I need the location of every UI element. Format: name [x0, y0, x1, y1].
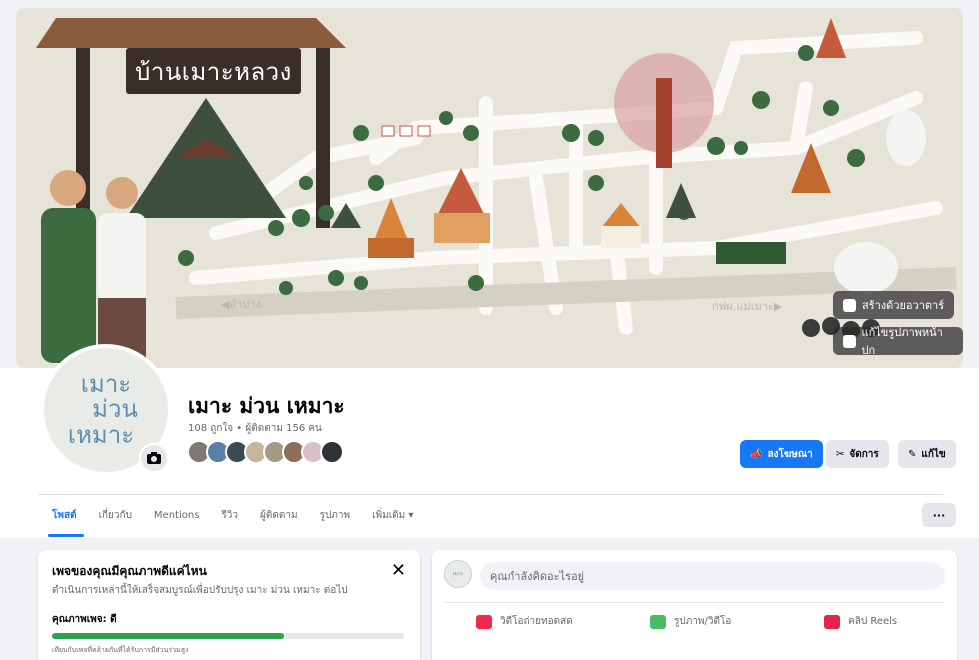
composer-input[interactable]: คุณกำลังคิดอะไรอยู่ — [480, 562, 945, 590]
close-icon[interactable]: ✕ — [391, 560, 406, 581]
composer-avatar-text: เมาะ — [452, 570, 464, 577]
page-tabs: โพสต์ เกี่ยวกับ Mentions รีวิว ผู้ติดตาม… — [52, 505, 435, 525]
photo-video-button[interactable]: รูปภาพ/วิดีโอ — [650, 614, 731, 629]
avatar-line-1: เมาะ — [80, 370, 132, 399]
composer-avatar: เมาะ — [444, 560, 472, 588]
quality-note: เทียบกับเพจที่คล้ายกันที่ได้รับการมีส่วน… — [52, 646, 189, 654]
live-video-label: วิดีโอถ่ายทอดสด — [500, 616, 573, 627]
tab-more[interactable]: เพิ่มเติม ▾ — [372, 505, 413, 525]
cover-photo[interactable]: บ้านเมาะหลวง ◀ลำปาง กฟผ.แม่เมาะ▶ สร้างด้… — [16, 8, 963, 368]
header-divider — [38, 494, 943, 495]
tab-followers[interactable]: ผู้ติดตาม — [260, 505, 298, 525]
quality-progress-fill — [52, 633, 285, 639]
live-video-button[interactable]: วิดีโอถ่ายทอดสด — [476, 614, 573, 629]
page-stats[interactable]: 108 ถูกใจ • ผู้ติดตาม 156 คน — [188, 421, 322, 436]
edit-cover-button[interactable]: แก้ไขรูปภาพหน้าปก — [833, 326, 963, 357]
road-label-left: ◀ลำปาง — [221, 298, 261, 311]
tab-mentions[interactable]: Mentions — [154, 505, 199, 525]
tools-icon: ✂ — [836, 448, 845, 460]
megaphone-icon: 📣 — [750, 448, 763, 460]
page-title: เมาะ ม่วน เหมาะ — [188, 394, 345, 418]
reels-button[interactable]: คลิป Reels — [824, 614, 897, 629]
composer-divider — [444, 602, 945, 603]
tab-reviews[interactable]: รีวิว — [221, 505, 238, 525]
manage-label: จัดการ — [849, 448, 879, 460]
reels-icon — [824, 614, 840, 629]
follower-avatars[interactable] — [187, 440, 344, 464]
post-composer: เมาะ คุณกำลังคิดอะไรอยู่ วิดีโอถ่ายทอดสด… — [432, 550, 957, 660]
photo-video-label: รูปภาพ/วิดีโอ — [674, 616, 732, 627]
active-tab-indicator — [48, 534, 84, 537]
quality-title: เพจของคุณมีคุณภาพดีแค่ไหน — [52, 564, 207, 578]
photo-icon — [650, 614, 666, 629]
live-video-icon — [476, 614, 492, 629]
tab-photos[interactable]: รูปภาพ — [320, 505, 351, 525]
avatar-icon — [843, 298, 856, 312]
create-avatar-label: สร้างด้วยอวาตาร์ — [862, 299, 945, 312]
avatar-line-2: ม่วน — [92, 395, 138, 424]
cover-sign: บ้านเมาะหลวง — [126, 48, 301, 94]
road-label-right: กฟผ.แม่เมาะ▶ — [712, 300, 783, 313]
tab-posts[interactable]: โพสต์ — [52, 505, 77, 525]
tab-about[interactable]: เกี่ยวกับ — [99, 505, 132, 525]
pencil-icon: ✎ — [908, 448, 917, 460]
reels-label: คลิป Reels — [848, 616, 898, 627]
promote-button[interactable]: 📣 ลงโฆษณา — [740, 440, 823, 468]
edit-cover-label: แก้ไขรูปภาพหน้าปก — [861, 326, 943, 357]
more-options-button[interactable]: ··· — [922, 503, 956, 527]
manage-button[interactable]: ✂ จัดการ — [826, 440, 889, 468]
camera-icon — [843, 334, 856, 348]
edit-label: แก้ไข — [921, 448, 946, 460]
avatar[interactable] — [320, 440, 344, 464]
quality-progress-bar — [52, 633, 404, 639]
quality-description: ดำเนินการเหล่านี้ให้เสร็จสมบูรณ์เพื่อปรั… — [52, 585, 348, 596]
create-avatar-button[interactable]: สร้างด้วยอวาตาร์ — [833, 291, 955, 319]
page-quality-card: เพจของคุณมีคุณภาพดีแค่ไหน ดำเนินการเหล่า… — [38, 550, 420, 660]
avatar-line-3: เหมาะ — [67, 420, 135, 449]
quality-label: คุณภาพเพจ: ดี — [52, 614, 117, 625]
edit-button[interactable]: ✎ แก้ไข — [898, 440, 956, 468]
update-avatar-camera-icon[interactable] — [139, 443, 169, 473]
promote-label: ลงโฆษณา — [767, 448, 813, 460]
